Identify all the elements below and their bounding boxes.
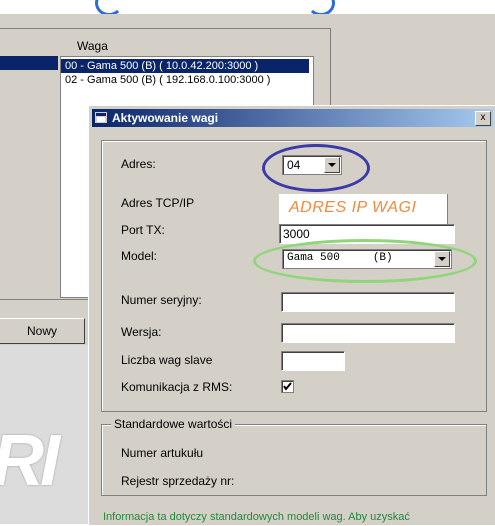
brand-logo: RI bbox=[0, 421, 60, 501]
article-number-label: Numer artukułu bbox=[121, 446, 204, 460]
list-item[interactable]: 00 - Gama 500 (B) ( 10.0.42.200:3000 ) bbox=[61, 59, 309, 73]
serial-label: Numer seryjny: bbox=[121, 293, 202, 307]
model-label: Model: bbox=[121, 249, 158, 263]
rms-checkbox[interactable] bbox=[281, 380, 294, 393]
list-selection-strip bbox=[0, 56, 58, 70]
slave-count-input[interactable] bbox=[281, 351, 345, 371]
activate-scale-dialog: Aktywowanie wagi x Adres: 04 Adres TCP/I… bbox=[88, 105, 495, 526]
rms-label: Komunikacja z RMS: bbox=[121, 380, 233, 394]
port-label: Port TX: bbox=[121, 223, 165, 237]
checkmark-icon bbox=[283, 382, 292, 391]
slave-count-label: Liczba wag slave bbox=[121, 353, 213, 367]
ip-annotation: ADRES IP WAGI bbox=[289, 199, 417, 216]
version-label: Wersja: bbox=[121, 325, 162, 339]
adres-label: Adres: bbox=[121, 157, 156, 171]
sales-register-label: Rejestr sprzedaży nr: bbox=[121, 474, 235, 488]
new-button[interactable]: Nowy bbox=[0, 318, 85, 344]
tcp-ip-label: Adres TCP/IP bbox=[121, 196, 195, 210]
dialog-title: Aktywowanie wagi bbox=[112, 111, 219, 125]
top-annotation-arc bbox=[95, 0, 335, 16]
dialog-titlebar[interactable]: Aktywowanie wagi x bbox=[92, 109, 493, 127]
version-input[interactable] bbox=[281, 323, 455, 343]
window-icon bbox=[95, 112, 107, 123]
standard-values-title: Standardowe wartości bbox=[111, 417, 236, 431]
serial-input[interactable] bbox=[281, 292, 455, 312]
list-item[interactable]: 02 - Gama 500 (B) ( 192.168.0.100:3000 ) bbox=[61, 73, 270, 87]
waga-list-label: Waga bbox=[77, 39, 108, 53]
adres-highlight-oval bbox=[262, 144, 370, 192]
info-text: Informacja ta dotyczy standardowych mode… bbox=[103, 511, 410, 523]
close-icon: x bbox=[480, 112, 486, 123]
model-highlight-oval bbox=[253, 239, 477, 283]
close-button[interactable]: x bbox=[475, 111, 491, 126]
